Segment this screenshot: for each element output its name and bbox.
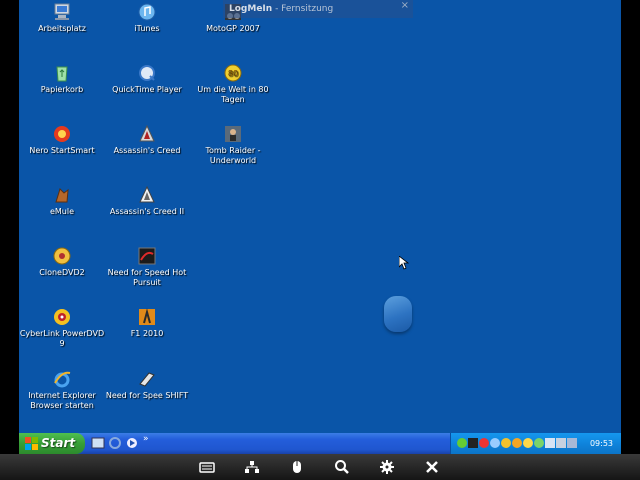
- um-die-welt-icon: 80: [224, 64, 242, 82]
- my-computer-icon: [54, 3, 70, 20]
- desktop-icon-label: MotoGP 2007: [206, 24, 260, 33]
- assassins-creed-icon: [139, 124, 155, 142]
- assassins-creed-2-icon: [139, 185, 155, 203]
- remote-session-subtitle: - Fernsitzung: [275, 4, 334, 14]
- desktop-icon-itunes[interactable]: iTunes: [104, 2, 190, 34]
- quicktime-icon: [139, 65, 155, 81]
- zoom-icon[interactable]: [334, 459, 350, 475]
- desktop-icon-label: QuickTime Player: [112, 85, 182, 94]
- nero-icon: [54, 126, 70, 142]
- keyboard-icon[interactable]: [199, 459, 215, 475]
- emule-icon: [55, 188, 69, 203]
- desktop-icon-nfs-shift[interactable]: Need for Spee SHIFT: [104, 369, 190, 401]
- tray-smiley-icon[interactable]: [523, 438, 533, 448]
- tray-messenger-icon[interactable]: [501, 438, 511, 448]
- desktop-icon-arbeitsplatz[interactable]: Arbeitsplatz: [19, 2, 105, 34]
- desktop-icon-label: Tomb Raider - Underworld: [205, 146, 261, 165]
- network-icon[interactable]: [244, 459, 260, 475]
- desktop-icon-f1-2010[interactable]: F1 2010: [104, 307, 190, 339]
- taskbar: Start » 09:53: [19, 433, 621, 454]
- start-label: Start: [41, 436, 76, 450]
- desktop-icon-powerdvd[interactable]: CyberLink PowerDVD 9: [19, 307, 105, 349]
- desktop-icon-assassins-creed-2[interactable]: Assassin's Creed II: [104, 185, 190, 217]
- floating-blob-widget[interactable]: [384, 296, 412, 332]
- desktop-icon-label: Internet Explorer Browser starten: [28, 391, 96, 410]
- f1-2010-icon: [139, 308, 155, 325]
- desktop-icon-label: F1 2010: [130, 329, 164, 338]
- media-player-quicklaunch-icon[interactable]: [125, 436, 139, 450]
- system-tray: 09:53: [450, 433, 621, 454]
- desktop-icon-label: Need for Spee SHIFT: [105, 391, 189, 400]
- start-button[interactable]: Start: [19, 433, 85, 454]
- desktop-icon-assassins-creed[interactable]: Assassin's Creed: [104, 124, 190, 156]
- windows-flag-icon: [25, 437, 38, 450]
- desktop-icon-label: Nero StartSmart: [29, 146, 95, 155]
- remote-session-brand: LogMeIn: [229, 4, 273, 14]
- tray-connection-icon[interactable]: [567, 438, 577, 448]
- desktop-icon-label: Assassin's Creed: [113, 146, 181, 155]
- desktop-icon-clonedvd[interactable]: CloneDVD2: [19, 246, 105, 278]
- desktop-icon-nero[interactable]: Nero StartSmart: [19, 124, 105, 156]
- close-icon[interactable]: [424, 459, 440, 475]
- nfs-shift-icon: [139, 372, 155, 387]
- itunes-icon: [138, 3, 156, 21]
- desktop-icon-nfs-hot-pursuit[interactable]: Need for Speed Hot Pursuit: [104, 246, 190, 288]
- tray-clock[interactable]: 09:53: [590, 433, 613, 454]
- recycle-bin-icon: [56, 66, 68, 82]
- show-desktop-icon[interactable]: [91, 436, 105, 450]
- desktop-icon-label: iTunes: [134, 24, 160, 33]
- desktop-icon-label: Arbeitsplatz: [38, 24, 86, 33]
- gear-icon[interactable]: [379, 459, 395, 475]
- desktop-icon-quicktime[interactable]: QuickTime Player: [104, 63, 190, 95]
- tray-volume-icon[interactable]: [556, 438, 566, 448]
- clonedvd-icon: [53, 247, 71, 265]
- mouse-icon[interactable]: [289, 459, 305, 475]
- internet-explorer-quicklaunch-icon[interactable]: [108, 436, 122, 450]
- desktop-icon-tomb-raider[interactable]: Tomb Raider - Underworld: [190, 124, 276, 166]
- tray-display-icon[interactable]: [545, 438, 555, 448]
- nfs-hot-pursuit-icon: [138, 247, 156, 265]
- remote-session-banner: LogMeIn - Fernsitzung ×: [223, 0, 413, 18]
- remote-desktop-screen: Arbeitsplatz Papierkorb Nero StartSmart …: [19, 0, 621, 454]
- tray-winamp-icon[interactable]: [468, 438, 478, 448]
- banner-close-button[interactable]: ×: [401, 0, 409, 15]
- desktop-icon-label: CyberLink PowerDVD 9: [19, 329, 105, 348]
- remote-control-toolbar: [0, 454, 640, 480]
- desktop-icon-papierkorb[interactable]: Papierkorb: [19, 63, 105, 95]
- svg-text:80: 80: [228, 69, 238, 78]
- desktop-icon-label: eMule: [49, 207, 75, 216]
- quicklaunch-more-button[interactable]: »: [143, 434, 149, 444]
- desktop-icon-internet-explorer[interactable]: Internet Explorer Browser starten: [19, 369, 105, 411]
- tomb-raider-icon: [225, 126, 241, 142]
- powerdvd-icon: [54, 309, 70, 325]
- tray-network-icon[interactable]: [490, 438, 500, 448]
- internet-explorer-icon: [54, 371, 71, 388]
- tray-status-icon[interactable]: [512, 438, 522, 448]
- desktop-icon-label: Need for Speed Hot Pursuit: [107, 268, 187, 287]
- desktop-icon-label: Papierkorb: [40, 85, 84, 94]
- tray-update-icon[interactable]: [457, 438, 467, 448]
- tray-sync-icon[interactable]: [534, 438, 544, 448]
- desktop-icon-label: CloneDVD2: [39, 268, 85, 277]
- mouse-cursor-icon: [399, 256, 409, 270]
- desktop-icon-label: Assassin's Creed II: [109, 207, 185, 216]
- tray-antivirus-icon[interactable]: [479, 438, 489, 448]
- desktop-icon-emule[interactable]: eMule: [19, 185, 105, 217]
- desktop-icon-label: Um die Welt in 80 Tagen: [197, 85, 269, 104]
- desktop-icon-um-die-welt[interactable]: 80 Um die Welt in 80 Tagen: [190, 63, 276, 105]
